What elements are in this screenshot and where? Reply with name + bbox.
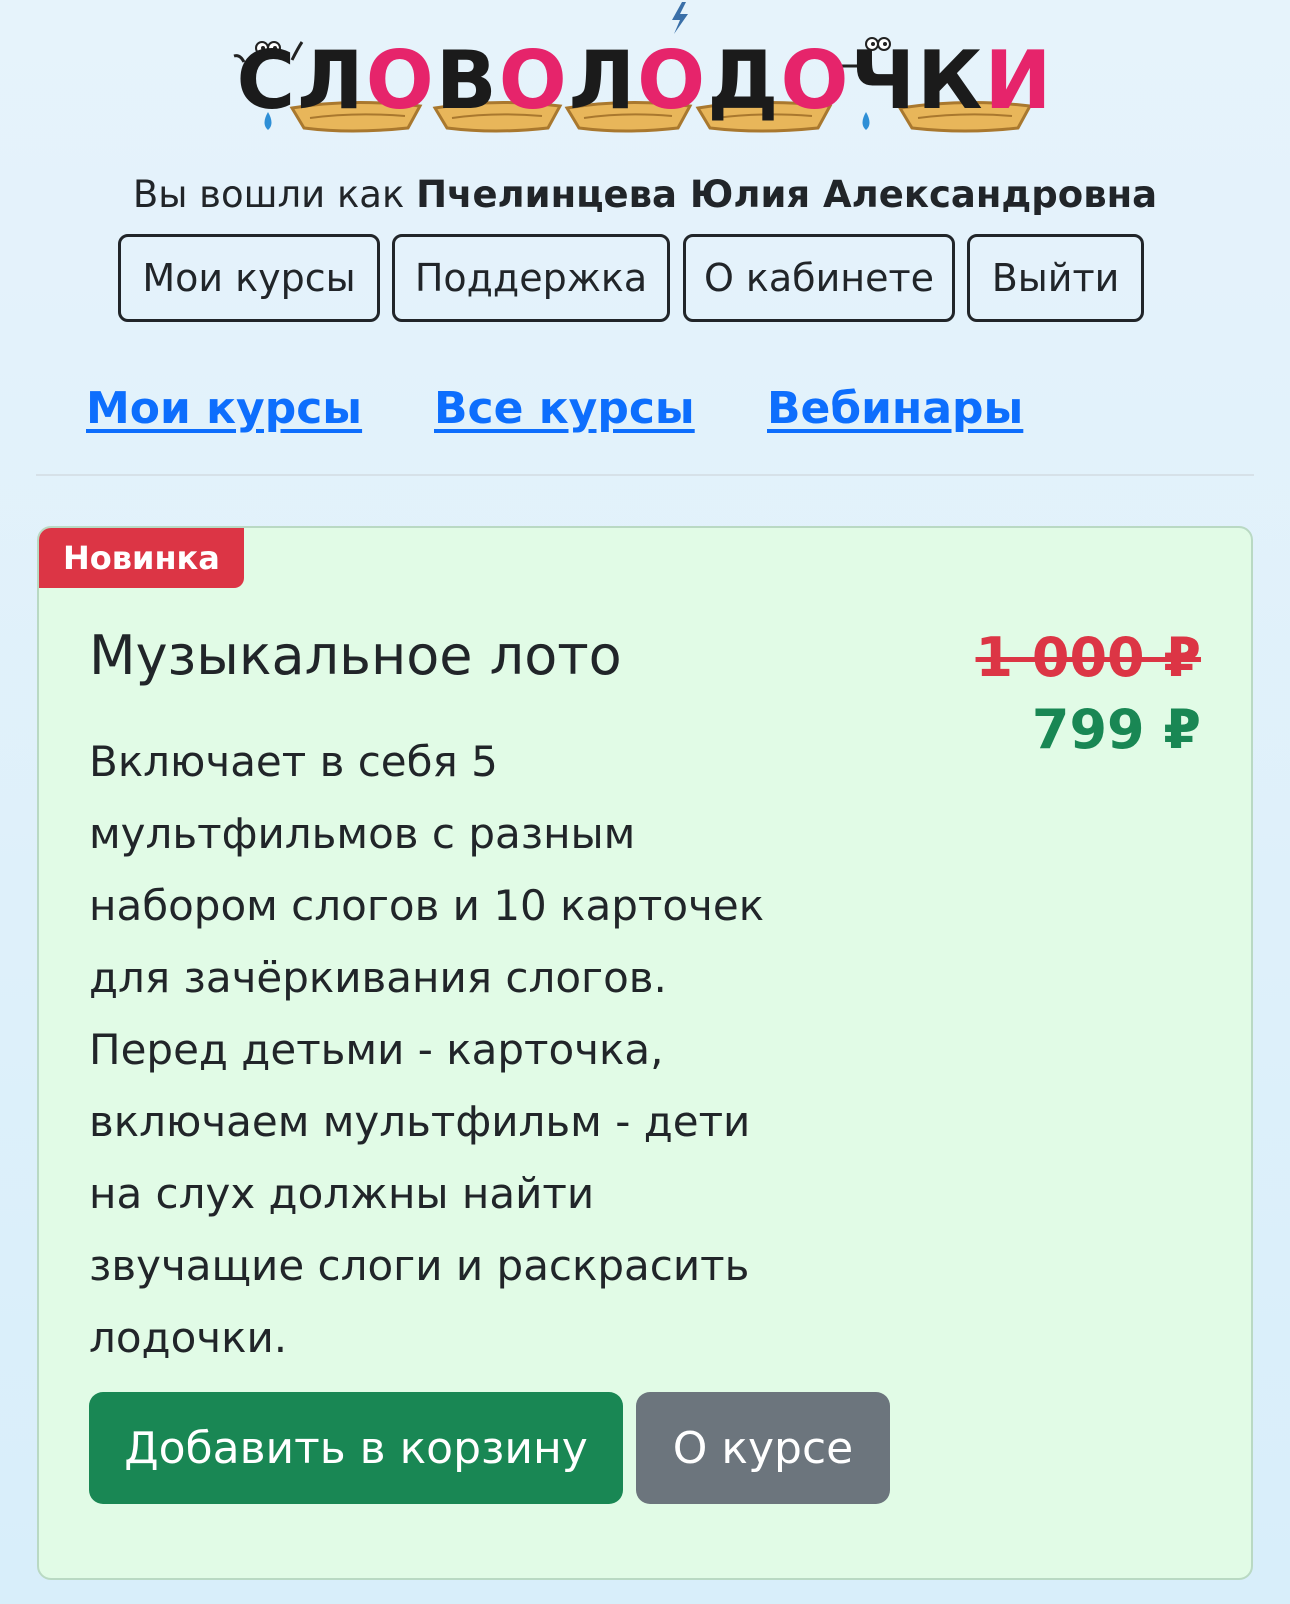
logged-in-status: Вы вошли как Пчелинцева Юлия Александров… — [0, 173, 1290, 216]
nav-all-courses-link[interactable]: Все курсы — [434, 383, 695, 434]
logged-in-prefix: Вы вошли как — [132, 173, 405, 216]
logo-wordmark: СЛОВОЛОДОЧКИ — [230, 36, 1060, 126]
new-badge: Новинка — [39, 528, 244, 588]
course-card: Новинка Музыкальное лото 1 000 ₽ 799 ₽ В… — [37, 526, 1253, 1580]
description-line: лодочки. — [89, 1313, 288, 1362]
current-price: 799 ₽ — [1031, 698, 1201, 761]
logo-letter: В — [435, 34, 499, 127]
add-to-cart-button[interactable]: Добавить в корзину — [89, 1392, 623, 1504]
description-line: звучащие слоги и раскрасить — [89, 1241, 750, 1290]
site-logo[interactable]: СЛОВОЛОДОЧКИ — [230, 0, 1060, 150]
logo-letter: Л — [568, 34, 638, 127]
nav-webinars-link[interactable]: Вебинары — [767, 383, 1023, 434]
logo-letter: Д — [707, 34, 781, 127]
logo-letter: О — [780, 34, 851, 127]
course-title: Музыкальное лото — [89, 624, 622, 687]
course-description: Включает в себя 5 мультфильмов с разным на… — [89, 726, 809, 1374]
account-toolbar: Мои курсы Поддержка О кабинете Выйти — [0, 234, 1290, 326]
divider — [36, 474, 1254, 476]
logo-letter: С — [236, 34, 298, 127]
logo-letter: О — [637, 34, 708, 127]
description-line: на слух должны найти — [89, 1169, 595, 1218]
user-name: Пчелинцева Юлия Александровна — [416, 173, 1158, 216]
description-line: Перед детьми - карточка, — [89, 1025, 664, 1074]
logo-letter: К — [917, 34, 985, 127]
support-button[interactable]: Поддержка — [392, 234, 670, 322]
description-line: включаем мультфильм - дети — [89, 1097, 751, 1146]
description-line: набором слогов и 10 карточек — [89, 881, 765, 930]
nav-my-courses-link[interactable]: Мои курсы — [86, 383, 362, 434]
my-courses-button[interactable]: Мои курсы — [118, 234, 380, 322]
about-course-button[interactable]: О курсе — [636, 1392, 890, 1504]
description-line: Включает в себя 5 — [89, 737, 498, 786]
description-line: мультфильмов с разным — [89, 809, 636, 858]
logo-letter: О — [365, 34, 436, 127]
description-line: для зачёркивания слогов. — [89, 953, 667, 1002]
logo-letter: Ч — [850, 34, 918, 127]
logo-letter: Л — [297, 34, 366, 127]
logout-button[interactable]: Выйти — [967, 234, 1144, 322]
old-price: 1 000 ₽ — [975, 626, 1201, 689]
about-cabinet-button[interactable]: О кабинете — [683, 234, 955, 322]
logo-letter: О — [498, 34, 569, 127]
logo-letter: И — [984, 34, 1054, 127]
